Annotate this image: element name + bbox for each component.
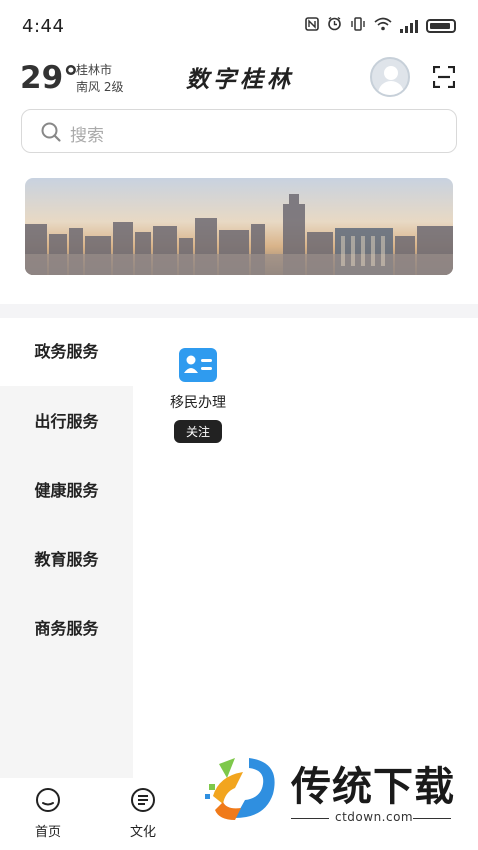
nav-home[interactable]: 首页	[13, 786, 83, 840]
category-sidebar: 政务服务 出行服务 健康服务 教育服务 商务服务	[0, 318, 133, 778]
watermark-title: 传统下载	[291, 764, 455, 810]
service-label: 移民办理	[170, 395, 226, 411]
signal-icon	[400, 19, 418, 33]
status-time: 4:44	[22, 16, 65, 37]
avatar[interactable]	[370, 57, 410, 97]
status-bar: 4:44	[0, 0, 478, 52]
home-icon	[34, 786, 62, 814]
watermark: 传统下载 ctdown.com	[205, 752, 465, 832]
search-placeholder: 搜索	[70, 126, 104, 146]
city-name: 桂林市	[76, 63, 113, 77]
category-government[interactable]: 政务服务	[0, 318, 133, 386]
wind-info: 南风 2级	[76, 80, 124, 94]
follow-button[interactable]: 关注	[173, 420, 222, 443]
search-input[interactable]: 搜索	[21, 109, 457, 153]
category-education[interactable]: 教育服务	[0, 526, 133, 594]
watermark-rule-left	[291, 818, 329, 819]
category-business[interactable]: 商务服务	[0, 595, 133, 663]
service-panel: 移民办理 关注	[133, 318, 478, 778]
battery-icon	[426, 18, 456, 33]
nav-culture[interactable]: 文化	[108, 786, 178, 840]
temperature: 29°	[20, 60, 79, 96]
search-icon	[40, 121, 62, 143]
section-divider	[0, 304, 478, 318]
wifi-icon	[374, 17, 392, 35]
status-icons	[305, 16, 456, 35]
vibrate-icon	[350, 16, 366, 35]
watermark-rule-right	[413, 818, 451, 819]
city-skyline-banner[interactable]	[25, 178, 453, 275]
nav-label-home: 首页	[34, 825, 61, 840]
watermark-logo-icon	[205, 758, 275, 820]
header: 29° 桂林市 南风 2级 数字桂林	[0, 52, 478, 102]
weather-meta: 桂林市 南风 2级	[76, 62, 123, 96]
category-travel[interactable]: 出行服务	[0, 388, 133, 456]
app-title: 数字桂林	[186, 66, 294, 93]
document-icon	[129, 786, 157, 814]
scan-icon[interactable]	[432, 65, 456, 89]
id-card-icon	[179, 348, 217, 382]
category-health[interactable]: 健康服务	[0, 457, 133, 525]
alarm-icon	[327, 16, 342, 35]
nav-label-culture: 文化	[129, 825, 156, 840]
nfc-icon	[305, 16, 319, 35]
watermark-site: ctdown.com	[335, 810, 414, 824]
service-immigration[interactable]: 移民办理 关注	[163, 348, 233, 443]
